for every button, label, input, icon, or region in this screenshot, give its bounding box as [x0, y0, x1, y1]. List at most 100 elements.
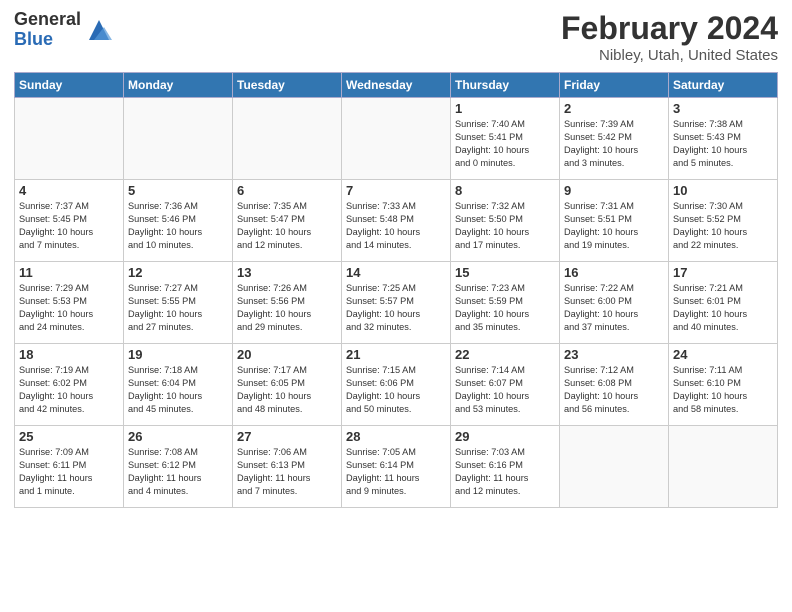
day-info: Sunrise: 7:11 AM Sunset: 6:10 PM Dayligh…: [673, 364, 773, 416]
day-number: 5: [128, 183, 228, 198]
table-cell: 21Sunrise: 7:15 AM Sunset: 6:06 PM Dayli…: [342, 344, 451, 426]
day-number: 15: [455, 265, 555, 280]
table-cell: 6 Sunrise: 7:35 AM Sunset: 5:47 PM Daylig…: [233, 180, 342, 262]
day-info: Sunrise: 7:27 AM Sunset: 5:55 PM Dayligh…: [128, 282, 228, 334]
calendar-header-row: Sunday Monday Tuesday Wednesday Thursday…: [15, 73, 778, 98]
day-info: Sunrise: 7:15 AM Sunset: 6:06 PM Dayligh…: [346, 364, 446, 416]
day-info: Sunrise: 7:23 AM Sunset: 5:59 PM Dayligh…: [455, 282, 555, 334]
day-info: Sunrise: 7:09 AM Sunset: 6:11 PM Dayligh…: [19, 446, 119, 498]
table-cell: [342, 98, 451, 180]
calendar-week-row: 18 Sunrise: 7:19 AM Sunset: 6:02 PM Dayli…: [15, 344, 778, 426]
table-cell: 25 Sunrise: 7:09 AM Sunset: 6:11 PM Dayli…: [15, 426, 124, 508]
day-info: Sunrise: 7:05 AM Sunset: 6:14 PM Dayligh…: [346, 446, 446, 498]
day-number: 11: [19, 265, 119, 280]
day-number: 17: [673, 265, 773, 280]
day-number: 6: [237, 183, 337, 198]
table-cell: 28 Sunrise: 7:05 AM Sunset: 6:14 PM Dayli…: [342, 426, 451, 508]
day-number: 10: [673, 183, 773, 198]
table-cell: [15, 98, 124, 180]
day-number: 18: [19, 347, 119, 362]
day-info: Sunrise: 7:03 AM Sunset: 6:16 PM Dayligh…: [455, 446, 555, 498]
day-number: 12: [128, 265, 228, 280]
day-number: 16: [564, 265, 664, 280]
table-cell: 20Sunrise: 7:17 AM Sunset: 6:05 PM Dayli…: [233, 344, 342, 426]
day-number: 20: [237, 347, 337, 362]
table-cell: 8 Sunrise: 7:32 AM Sunset: 5:50 PM Daylig…: [451, 180, 560, 262]
day-number: 19: [128, 347, 228, 362]
day-info: Sunrise: 7:32 AM Sunset: 5:50 PM Dayligh…: [455, 200, 555, 252]
day-info: Sunrise: 7:18 AM Sunset: 6:04 PM Dayligh…: [128, 364, 228, 416]
table-cell: 17 Sunrise: 7:21 AM Sunset: 6:01 PM Dayli…: [669, 262, 778, 344]
table-cell: 10 Sunrise: 7:30 AM Sunset: 5:52 PM Dayli…: [669, 180, 778, 262]
day-number: 13: [237, 265, 337, 280]
logo-blue: Blue: [14, 30, 81, 50]
day-number: 7: [346, 183, 446, 198]
col-sunday: Sunday: [15, 73, 124, 98]
logo-general: General: [14, 10, 81, 30]
day-info: Sunrise: 7:33 AM Sunset: 5:48 PM Dayligh…: [346, 200, 446, 252]
day-info: Sunrise: 7:36 AM Sunset: 5:46 PM Dayligh…: [128, 200, 228, 252]
day-number: 27: [237, 429, 337, 444]
sub-title: Nibley, Utah, United States: [561, 47, 778, 64]
table-cell: 11Sunrise: 7:29 AM Sunset: 5:53 PM Dayli…: [15, 262, 124, 344]
day-info: Sunrise: 7:08 AM Sunset: 6:12 PM Dayligh…: [128, 446, 228, 498]
col-thursday: Thursday: [451, 73, 560, 98]
table-cell: 29 Sunrise: 7:03 AM Sunset: 6:16 PM Dayli…: [451, 426, 560, 508]
table-cell: 4 Sunrise: 7:37 AM Sunset: 5:45 PM Daylig…: [15, 180, 124, 262]
table-cell: 5 Sunrise: 7:36 AM Sunset: 5:46 PM Daylig…: [124, 180, 233, 262]
table-cell: 14 Sunrise: 7:25 AM Sunset: 5:57 PM Dayli…: [342, 262, 451, 344]
table-cell: 3Sunrise: 7:38 AM Sunset: 5:43 PM Daylig…: [669, 98, 778, 180]
day-info: Sunrise: 7:39 AM Sunset: 5:42 PM Dayligh…: [564, 118, 664, 170]
calendar-table: Sunday Monday Tuesday Wednesday Thursday…: [14, 72, 778, 508]
table-cell: 13Sunrise: 7:26 AM Sunset: 5:56 PM Dayli…: [233, 262, 342, 344]
day-number: 14: [346, 265, 446, 280]
calendar-week-row: 1 Sunrise: 7:40 AM Sunset: 5:41 PM Daylig…: [15, 98, 778, 180]
day-info: Sunrise: 7:19 AM Sunset: 6:02 PM Dayligh…: [19, 364, 119, 416]
day-info: Sunrise: 7:25 AM Sunset: 5:57 PM Dayligh…: [346, 282, 446, 334]
page: General Blue February 2024 Nibley, Utah,…: [0, 0, 792, 612]
day-number: 22: [455, 347, 555, 362]
table-cell: 12 Sunrise: 7:27 AM Sunset: 5:55 PM Dayli…: [124, 262, 233, 344]
day-number: 3: [673, 101, 773, 116]
day-number: 4: [19, 183, 119, 198]
title-area: February 2024 Nibley, Utah, United State…: [561, 10, 778, 64]
table-cell: [669, 426, 778, 508]
day-number: 2: [564, 101, 664, 116]
table-cell: 16Sunrise: 7:22 AM Sunset: 6:00 PM Dayli…: [560, 262, 669, 344]
day-info: Sunrise: 7:37 AM Sunset: 5:45 PM Dayligh…: [19, 200, 119, 252]
table-cell: 9Sunrise: 7:31 AM Sunset: 5:51 PM Daylig…: [560, 180, 669, 262]
table-cell: 2 Sunrise: 7:39 AM Sunset: 5:42 PM Daylig…: [560, 98, 669, 180]
calendar-week-row: 11Sunrise: 7:29 AM Sunset: 5:53 PM Dayli…: [15, 262, 778, 344]
day-number: 9: [564, 183, 664, 198]
col-saturday: Saturday: [669, 73, 778, 98]
day-info: Sunrise: 7:06 AM Sunset: 6:13 PM Dayligh…: [237, 446, 337, 498]
day-number: 28: [346, 429, 446, 444]
day-info: Sunrise: 7:35 AM Sunset: 5:47 PM Dayligh…: [237, 200, 337, 252]
day-number: 8: [455, 183, 555, 198]
main-title: February 2024: [561, 10, 778, 47]
table-cell: 23Sunrise: 7:12 AM Sunset: 6:08 PM Dayli…: [560, 344, 669, 426]
header: General Blue February 2024 Nibley, Utah,…: [14, 10, 778, 64]
day-number: 26: [128, 429, 228, 444]
table-cell: [233, 98, 342, 180]
day-number: 25: [19, 429, 119, 444]
col-tuesday: Tuesday: [233, 73, 342, 98]
day-info: Sunrise: 7:21 AM Sunset: 6:01 PM Dayligh…: [673, 282, 773, 334]
calendar-week-row: 4 Sunrise: 7:37 AM Sunset: 5:45 PM Daylig…: [15, 180, 778, 262]
table-cell: [124, 98, 233, 180]
day-info: Sunrise: 7:12 AM Sunset: 6:08 PM Dayligh…: [564, 364, 664, 416]
day-number: 1: [455, 101, 555, 116]
logo-text: General Blue: [14, 10, 81, 50]
table-cell: 15 Sunrise: 7:23 AM Sunset: 5:59 PM Dayli…: [451, 262, 560, 344]
col-monday: Monday: [124, 73, 233, 98]
day-info: Sunrise: 7:30 AM Sunset: 5:52 PM Dayligh…: [673, 200, 773, 252]
day-info: Sunrise: 7:14 AM Sunset: 6:07 PM Dayligh…: [455, 364, 555, 416]
day-info: Sunrise: 7:40 AM Sunset: 5:41 PM Dayligh…: [455, 118, 555, 170]
day-number: 29: [455, 429, 555, 444]
col-wednesday: Wednesday: [342, 73, 451, 98]
calendar-body: 1 Sunrise: 7:40 AM Sunset: 5:41 PM Daylig…: [15, 98, 778, 508]
table-cell: 7 Sunrise: 7:33 AM Sunset: 5:48 PM Daylig…: [342, 180, 451, 262]
table-cell: [560, 426, 669, 508]
table-cell: 24Sunrise: 7:11 AM Sunset: 6:10 PM Dayli…: [669, 344, 778, 426]
calendar-week-row: 25 Sunrise: 7:09 AM Sunset: 6:11 PM Dayli…: [15, 426, 778, 508]
